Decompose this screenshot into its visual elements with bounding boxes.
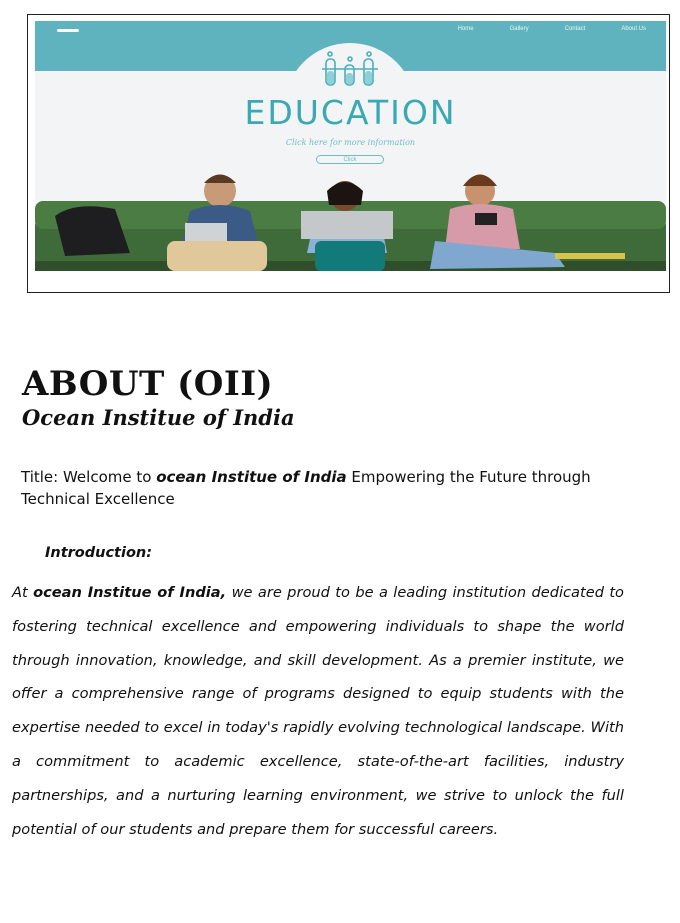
hero-title: EDUCATION bbox=[244, 93, 457, 132]
test-tubes-icon bbox=[322, 51, 378, 86]
hero-banner-image: Home Gallery Contact About Us EDUCATION bbox=[35, 21, 666, 271]
hero-image-frame: Home Gallery Contact About Us EDUCATION bbox=[27, 14, 670, 293]
intro-prefix: At bbox=[12, 584, 34, 601]
hero-nav-contact: Contact bbox=[564, 26, 586, 32]
intro-text: we are proud to be a leading institution… bbox=[12, 584, 624, 838]
hero-nav-gallery: Gallery bbox=[509, 26, 529, 32]
introduction-paragraph: At ocean Institue of India, we are proud… bbox=[12, 576, 624, 846]
menu-icon bbox=[57, 29, 79, 32]
students-on-sofa-photo bbox=[35, 174, 666, 271]
title-line: Title: Welcome to ocean Institue of Indi… bbox=[21, 466, 621, 510]
hero-nav: Home Gallery Contact About Us bbox=[458, 26, 646, 32]
hero-nav-home: Home bbox=[457, 26, 474, 32]
introduction-label: Introduction: bbox=[45, 545, 153, 561]
intro-institute-name: ocean Institue of India, bbox=[33, 584, 227, 601]
title-prefix: Title: Welcome to bbox=[21, 468, 157, 486]
hero-subtitle: Click here for more information bbox=[285, 138, 416, 147]
about-subheading: Ocean Institue of India bbox=[22, 405, 295, 430]
title-institute-name: ocean Institue of India bbox=[156, 468, 347, 486]
about-heading: ABOUT (OII) bbox=[22, 364, 274, 404]
hero-nav-about: About Us bbox=[621, 26, 646, 32]
